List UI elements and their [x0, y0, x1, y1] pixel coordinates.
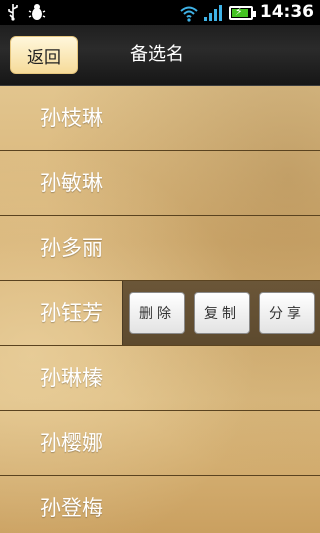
page-title: 备选名 [130, 44, 184, 65]
list-item-label: 孙敏琳 [40, 171, 103, 195]
usb-icon [8, 4, 18, 21]
wifi-icon [180, 6, 198, 22]
battery-charging-icon: ⚡ [228, 5, 256, 20]
status-right-icons: ⚡ 14:36 [179, 2, 314, 23]
status-time: 14:36 [259, 2, 314, 22]
delete-button[interactable]: 删除 [129, 292, 185, 334]
list-item[interactable]: 孙琳榛 [0, 346, 320, 411]
list-item-label: 孙多丽 [40, 236, 103, 260]
share-button[interactable]: 分享 [259, 292, 315, 334]
copy-button[interactable]: 复制 [194, 292, 250, 334]
list-item[interactable]: 孙登梅 [0, 476, 320, 533]
list-item-label: 孙登梅 [40, 496, 103, 520]
debug-bug-icon [28, 4, 46, 20]
title-bar: 返回 备选名 [0, 25, 320, 86]
list-item[interactable]: 孙樱娜 [0, 411, 320, 476]
list-item-label: 孙樱娜 [40, 431, 103, 455]
status-bar: ⚡ 14:36 [0, 0, 320, 25]
list-item-label: 孙枝琳 [40, 106, 103, 130]
list-item-label: 孙钰芳 [40, 301, 103, 325]
list-item[interactable]: 孙敏琳 [0, 151, 320, 216]
list-item[interactable]: 孙枝琳 [0, 86, 320, 151]
candidate-name-list[interactable]: 孙枝琳 孙敏琳 孙多丽 孙钰芳 删除 复制 分享 孙琳榛 孙樱娜 孙登梅 [0, 86, 320, 533]
status-left-icons [6, 3, 46, 21]
signal-icon [203, 4, 222, 21]
item-action-bar: 删除 复制 分享 [122, 281, 320, 345]
list-item-selected[interactable]: 孙钰芳 删除 复制 分享 [0, 281, 320, 346]
list-item-label: 孙琳榛 [40, 366, 103, 390]
list-item[interactable]: 孙多丽 [0, 216, 320, 281]
back-button[interactable]: 返回 [10, 36, 78, 74]
